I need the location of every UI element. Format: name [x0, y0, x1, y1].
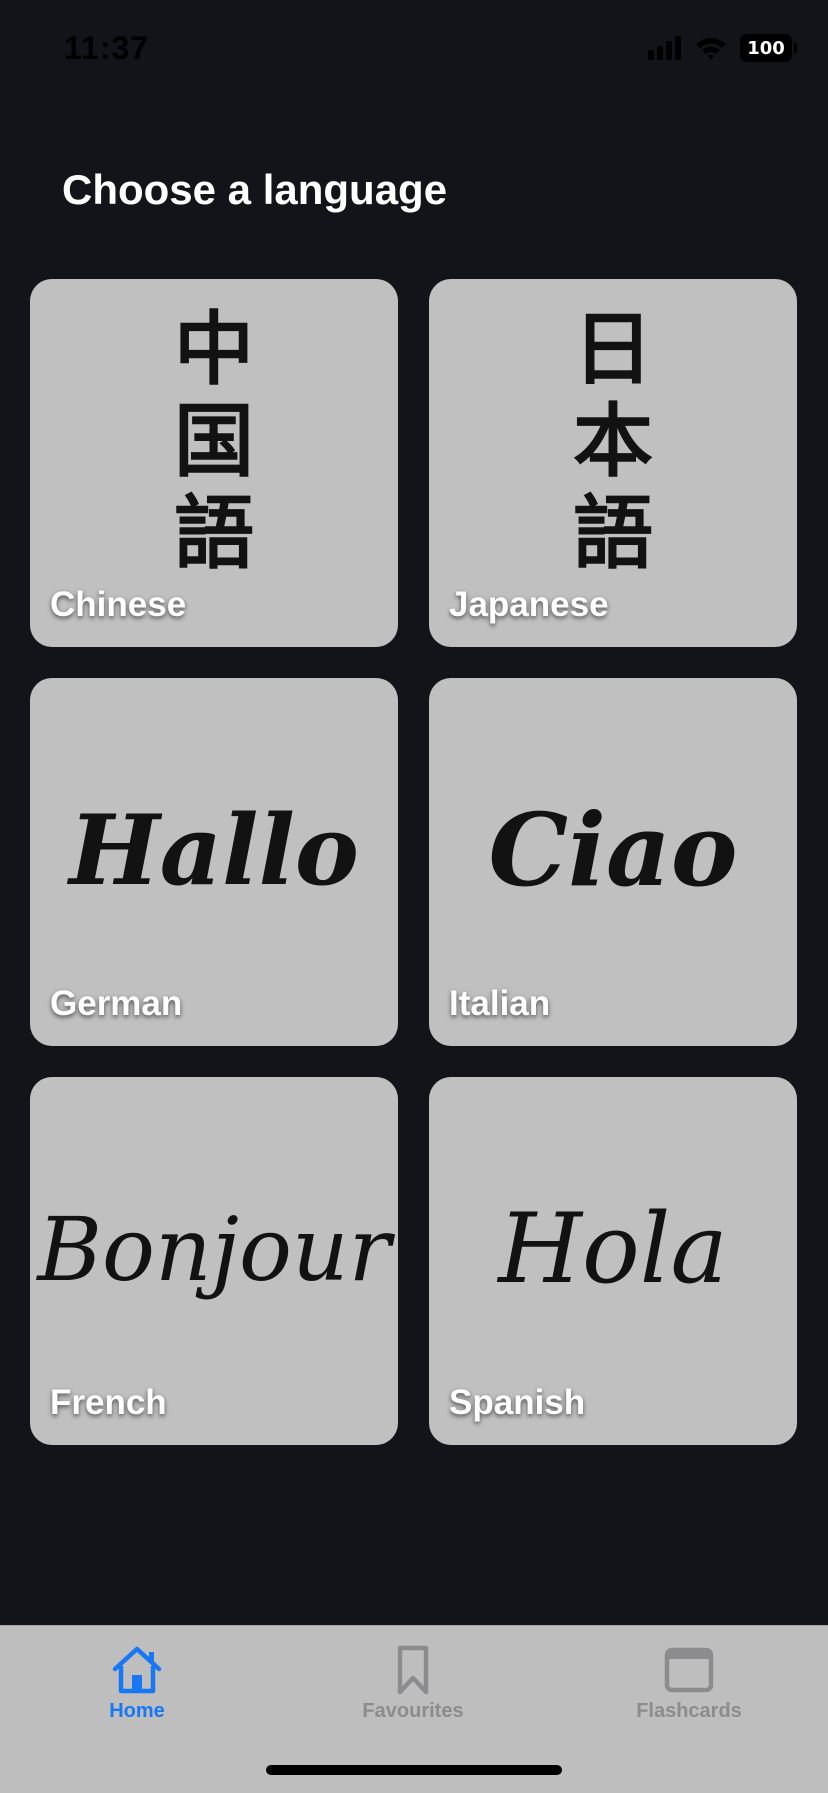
language-label: German: [50, 984, 183, 1023]
tab-label: Flashcards: [636, 1700, 742, 1722]
language-card-spanish[interactable]: Hola Spanish: [429, 1077, 797, 1445]
spanish-greeting-art: Hola: [498, 1193, 728, 1305]
tab-favourites[interactable]: Favourites: [313, 1642, 513, 1723]
language-label: Chinese: [50, 585, 187, 624]
page-title: Choose a language: [62, 166, 448, 213]
art-character: 語: [573, 486, 653, 580]
language-label: Italian: [449, 984, 551, 1023]
chinese-calligraphy-art: 中 国 語: [30, 279, 398, 625]
battery-level: 100: [747, 37, 785, 59]
italian-greeting-art: Ciao: [488, 791, 738, 909]
language-card-chinese[interactable]: 中 国 語 Chinese: [30, 279, 398, 647]
cellular-signal-icon: [648, 36, 681, 60]
language-card-french[interactable]: Bonjour French: [30, 1077, 398, 1445]
tab-label: Home: [109, 1700, 165, 1722]
art-character: 本: [573, 394, 653, 488]
language-card-italian[interactable]: Ciao Italian: [429, 678, 797, 1046]
tab-label: Favourites: [362, 1700, 464, 1722]
home-indicator: [266, 1765, 562, 1775]
german-greeting-art: Hallo: [69, 793, 359, 907]
tab-flashcards[interactable]: Flashcards: [589, 1642, 789, 1723]
art-character: 語: [174, 486, 254, 580]
art-character: 中: [174, 302, 254, 396]
japanese-calligraphy-art: 日 本 語: [429, 279, 797, 625]
language-label: Spanish: [449, 1383, 586, 1422]
status-icons: 100: [648, 34, 797, 62]
language-label: French: [50, 1383, 167, 1422]
status-bar: 11:37 100: [0, 0, 828, 100]
home-icon: [109, 1642, 165, 1698]
art-character: 日: [573, 302, 653, 396]
battery-tip: [794, 43, 797, 53]
french-greeting-art: Bonjour: [37, 1197, 391, 1301]
flashcards-icon: [661, 1642, 717, 1698]
tab-home[interactable]: Home: [37, 1642, 237, 1723]
status-time: 11:37: [64, 30, 150, 66]
language-label: Japanese: [449, 585, 609, 624]
language-grid: 中 国 語 Chinese 日 本 語 Japanese Hallo Germa…: [30, 279, 798, 1445]
language-card-german[interactable]: Hallo German: [30, 678, 398, 1046]
bookmark-icon: [385, 1642, 441, 1698]
language-card-japanese[interactable]: 日 本 語 Japanese: [429, 279, 797, 647]
wifi-icon: [696, 38, 726, 60]
art-character: 国: [174, 394, 254, 488]
battery-icon: 100: [740, 34, 797, 62]
